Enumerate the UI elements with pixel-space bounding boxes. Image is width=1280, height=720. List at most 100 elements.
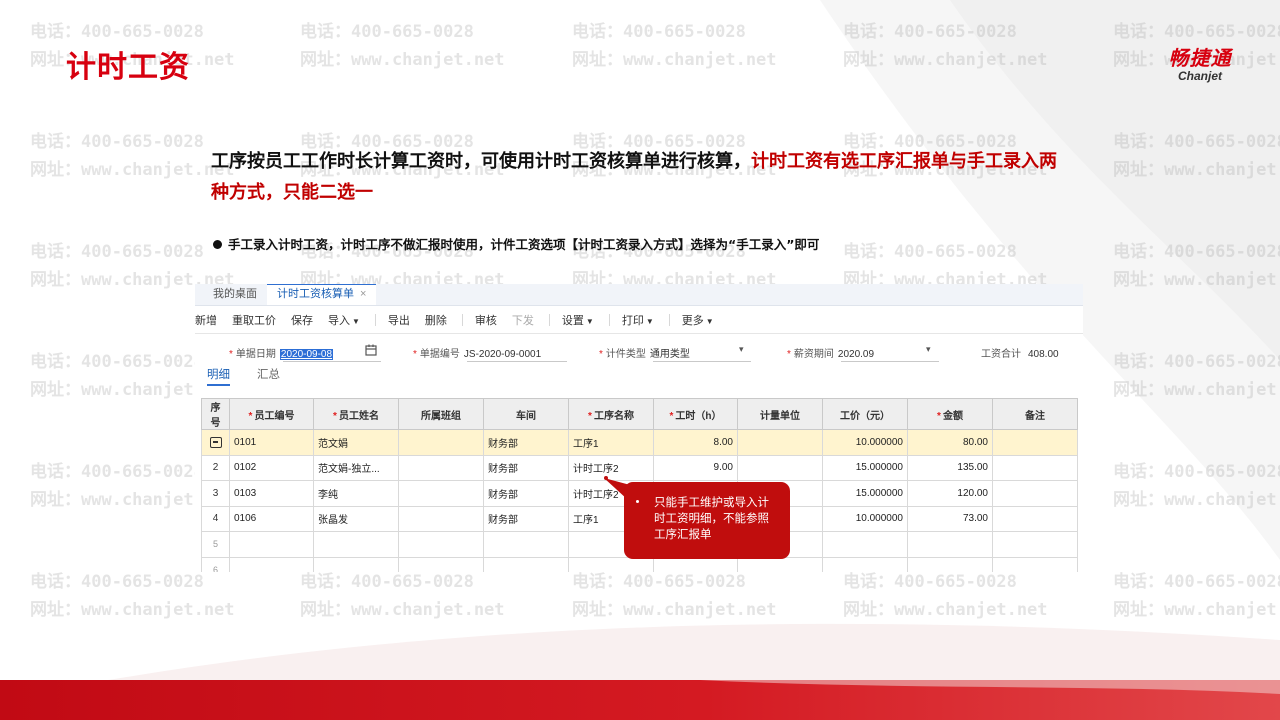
cell-hours[interactable]: 9.00 xyxy=(653,454,738,481)
print-label: 打印 xyxy=(621,314,644,327)
col-header-unit[interactable]: 计量单位 xyxy=(737,398,823,430)
cell-amount[interactable] xyxy=(907,531,993,558)
cell-process[interactable] xyxy=(568,556,654,572)
cell-emp-name[interactable]: 范文娟-独立... xyxy=(313,454,399,481)
col-header-note[interactable]: 备注 xyxy=(992,398,1078,430)
reprice-button[interactable]: 重取工价 xyxy=(232,312,276,328)
col-header-process[interactable]: * 工序名称 xyxy=(568,398,654,430)
cell-note[interactable] xyxy=(992,454,1078,481)
row-index-cell[interactable]: 4 xyxy=(201,505,230,532)
new-button[interactable]: 新增 xyxy=(195,312,217,328)
cell-hours[interactable]: 8.00 xyxy=(653,429,738,456)
col-header-workshop[interactable]: 车间 xyxy=(483,398,569,430)
cell-price[interactable]: 15.000000 xyxy=(822,480,908,507)
table-row[interactable]: 0101 范文娟 财务部 工序1 8.00 10.000000 80.00 xyxy=(201,429,1078,456)
type-label: 计件类型 xyxy=(605,349,646,360)
period-field[interactable]: * 薪资期间 2020.09 xyxy=(787,345,874,360)
cell-note[interactable] xyxy=(992,429,1078,456)
type-field[interactable]: * 计件类型 通用类型 xyxy=(599,345,690,360)
col-header-hours[interactable]: * 工时（h） xyxy=(653,398,738,430)
delete-button[interactable]: 删除 xyxy=(425,312,447,328)
row-index-cell[interactable]: 5 xyxy=(201,531,230,558)
row-index-cell[interactable]: 6 xyxy=(201,556,230,572)
cell-price[interactable] xyxy=(822,556,908,572)
chevron-down-icon[interactable]: ▾ xyxy=(926,344,931,355)
cell-amount[interactable]: 120.00 xyxy=(907,480,993,507)
more-button[interactable]: 更多 ▼ xyxy=(682,312,714,328)
close-icon[interactable]: × xyxy=(360,288,366,300)
date-field[interactable]: * 单据日期 2020-09-08 xyxy=(229,345,334,360)
cell-emp-code[interactable] xyxy=(229,531,314,558)
tab-time-wage-sheet[interactable]: 计时工资核算单 × xyxy=(267,284,377,305)
cell-workshop[interactable]: 财务部 xyxy=(483,454,569,481)
col-header-price[interactable]: 工价（元） xyxy=(822,398,908,430)
col-header-team[interactable]: 所属班组 xyxy=(398,398,484,430)
period-underline xyxy=(841,361,939,362)
cell-team[interactable] xyxy=(398,505,484,532)
cell-amount[interactable] xyxy=(907,556,993,572)
cell-emp-code[interactable]: 0102 xyxy=(229,454,314,481)
import-button[interactable]: 导入 ▼ xyxy=(328,312,360,328)
cell-amount[interactable]: 135.00 xyxy=(907,454,993,481)
print-button[interactable]: 打印 ▼ xyxy=(622,312,654,328)
cell-emp-code[interactable] xyxy=(229,556,314,572)
cell-team[interactable] xyxy=(398,480,484,507)
save-button[interactable]: 保存 xyxy=(291,312,313,328)
cell-team[interactable] xyxy=(398,531,484,558)
tab-detail[interactable]: 明细 xyxy=(207,366,230,386)
cell-workshop[interactable] xyxy=(483,531,569,558)
row-index-cell[interactable]: 3 xyxy=(201,480,230,507)
cell-unit[interactable] xyxy=(737,429,823,456)
dispatch-button[interactable]: 下发 xyxy=(512,312,534,328)
row-index-cell[interactable] xyxy=(201,429,230,456)
cell-hours[interactable] xyxy=(653,556,738,572)
toolbar-divider xyxy=(608,313,610,326)
cell-emp-name[interactable] xyxy=(313,556,399,572)
table-row[interactable]: 2 0102 范文娟-独立... 财务部 计时工序2 9.00 15.000000 135.0… xyxy=(201,454,1078,481)
bullet-text: 手工录入计时工资，计时工序不做汇报时使用，计件工资选项【计时工资录入方式】选择为… xyxy=(228,237,820,252)
cell-note[interactable] xyxy=(992,556,1078,572)
cell-workshop[interactable]: 财务部 xyxy=(483,505,569,532)
export-button[interactable]: 导出 xyxy=(388,312,410,328)
cell-workshop[interactable] xyxy=(483,556,569,572)
settings-button[interactable]: 设置 ▼ xyxy=(562,312,594,328)
cell-process[interactable]: 工序1 xyxy=(568,429,654,456)
cell-emp-code[interactable]: 0106 xyxy=(229,505,314,532)
table-row[interactable]: 6 xyxy=(201,556,1078,572)
cell-emp-name[interactable] xyxy=(313,531,399,558)
col-header-emp-code[interactable]: * 员工编号 xyxy=(229,398,314,430)
calendar-icon[interactable] xyxy=(365,344,377,356)
cell-price[interactable]: 10.000000 xyxy=(822,505,908,532)
chevron-down-icon[interactable]: ▾ xyxy=(739,344,744,355)
cell-team[interactable] xyxy=(398,454,484,481)
col-header-amount[interactable]: * 金额 xyxy=(907,398,993,430)
audit-button[interactable]: 审核 xyxy=(475,312,497,328)
cell-emp-name[interactable]: 李纯 xyxy=(313,480,399,507)
code-field[interactable]: * 单据编号 JS-2020-09-0001 xyxy=(413,345,541,360)
cell-price[interactable]: 15.000000 xyxy=(822,454,908,481)
cell-emp-code[interactable]: 0101 xyxy=(229,429,314,456)
cell-note[interactable] xyxy=(992,480,1078,507)
cell-note[interactable] xyxy=(992,505,1078,532)
cell-unit[interactable] xyxy=(737,454,823,481)
row-edit-icon[interactable] xyxy=(209,436,222,448)
cell-unit[interactable] xyxy=(737,556,823,572)
cell-note[interactable] xyxy=(992,531,1078,558)
cell-workshop[interactable]: 财务部 xyxy=(483,429,569,456)
col-header-no[interactable]: 序号 xyxy=(201,398,230,430)
tab-summary[interactable]: 汇总 xyxy=(257,366,280,382)
cell-price[interactable]: 10.000000 xyxy=(822,429,908,456)
cell-workshop[interactable]: 财务部 xyxy=(483,480,569,507)
cell-amount[interactable]: 73.00 xyxy=(907,505,993,532)
cell-emp-name[interactable]: 张晶发 xyxy=(313,505,399,532)
cell-price[interactable] xyxy=(822,531,908,558)
cell-emp-name[interactable]: 范文娟 xyxy=(313,429,399,456)
cell-team[interactable] xyxy=(398,429,484,456)
cell-amount[interactable]: 80.00 xyxy=(907,429,993,456)
cell-team[interactable] xyxy=(398,556,484,572)
row-index-cell[interactable]: 2 xyxy=(201,454,230,481)
cell-emp-code[interactable]: 0103 xyxy=(229,480,314,507)
tab-my-desktop[interactable]: 我的桌面 xyxy=(203,284,267,305)
date-value[interactable]: 2020-09-08 xyxy=(279,349,334,360)
col-header-emp-name[interactable]: * 员工姓名 xyxy=(313,398,399,430)
